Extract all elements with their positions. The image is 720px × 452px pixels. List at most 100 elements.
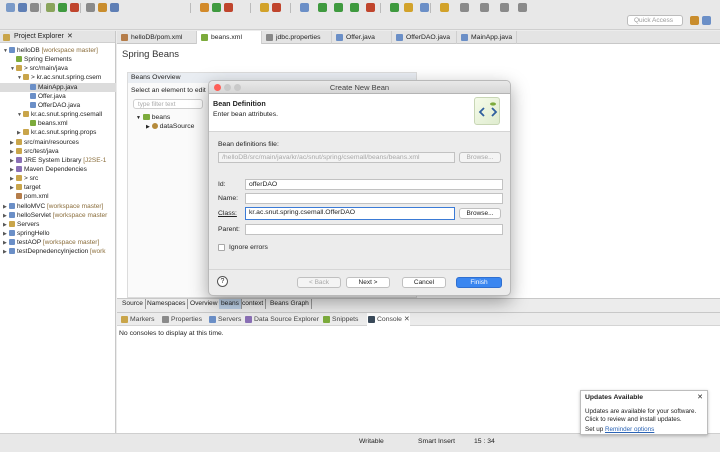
next-button[interactable]: Next > [346,277,390,288]
minimize-window-button[interactable] [224,84,231,91]
annotation-icon[interactable] [440,3,449,12]
new-class-icon[interactable] [390,3,399,12]
help-icon[interactable]: ? [217,276,228,287]
tree-item[interactable]: OfferDAO.java [0,101,116,110]
deploy-icon[interactable] [110,3,119,12]
quick-access-input[interactable]: Quick Access [627,15,683,26]
editor-tab[interactable]: jdbc.properties [262,31,332,44]
editor-tab[interactable]: Offer.java [332,31,392,44]
close-window-button[interactable] [214,84,221,91]
reminder-options-link[interactable]: Reminder options [605,426,654,433]
tree-item[interactable]: ▼ > src/main/java [0,64,116,73]
view-tab[interactable]: Markers [120,313,155,326]
next-edit-icon[interactable] [460,3,469,12]
updates-message[interactable]: Updates are available for your software.… [585,408,707,424]
server-icon[interactable] [98,3,107,12]
search-icon[interactable] [86,3,95,12]
view-tab[interactable]: Snippets [322,313,358,326]
history-icon[interactable] [518,3,527,12]
forward-icon[interactable] [500,3,509,12]
tree-item[interactable]: ▶ JRE System Library [J2SE-1 [0,156,116,165]
view-tab[interactable]: Properties [161,313,202,326]
editor-page-tab[interactable]: Beans Graph [268,299,312,309]
editor-page-tab[interactable]: Overview [188,299,221,309]
cancel-button[interactable]: Cancel [402,277,446,288]
tree-item[interactable]: ▼ helloDB [workspace master] [0,46,116,55]
settings-icon[interactable] [318,3,327,12]
tree-item[interactable]: ▶ helloServlet [workspace master [0,211,116,220]
class-browse-button[interactable]: Browse... [459,208,501,219]
tree-item[interactable]: ▶ kr.ac.snut.spring.props [0,128,116,137]
parent-field[interactable] [245,224,503,235]
view-icon [245,316,252,323]
perspective-java-ee-icon[interactable] [690,16,699,25]
save-icon[interactable] [18,3,27,12]
view-tab[interactable]: Console ✕ [367,313,410,326]
tree-item-label: pom.xml [24,193,49,201]
tree-item[interactable]: MainApp.java [0,82,116,92]
tree-item[interactable]: ▶ src/test/java [0,147,116,156]
plugin-icon[interactable] [260,3,269,12]
updates-notification[interactable]: Updates Available ✕ Updates are availabl… [580,390,708,435]
tree-item[interactable]: pom.xml [0,192,116,201]
ignore-errors-checkbox[interactable] [218,244,225,251]
tree-item-icon [16,147,22,154]
tree-item[interactable]: ▶ src/main/resources [0,138,116,147]
tree-item-label: kr.ac.snut.spring.csemall [31,111,103,119]
perspective-java-icon[interactable] [702,16,711,25]
editor-tab[interactable]: helloDB/pom.xml [117,31,197,44]
tree-item[interactable]: ▶ Maven Dependencies [0,165,116,174]
new-package-icon[interactable] [404,3,413,12]
tree-item[interactable]: beans.xml [0,119,116,128]
name-field[interactable] [245,193,503,204]
tree-item[interactable]: ▼ kr.ac.snut.spring.csemall [0,110,116,119]
editor-page-tab[interactable]: Source [120,299,146,309]
close-icon[interactable]: ✕ [67,31,73,43]
view-tab[interactable]: Data Source Explorer [244,313,319,326]
new-icon[interactable] [6,3,15,12]
beans-tree-item-beans[interactable]: ▼ beans [136,114,170,121]
coverage-icon[interactable] [366,3,375,12]
tree-item[interactable]: ▶ Servers [0,220,116,229]
editor-tab[interactable]: beans.xml [197,31,262,44]
open-perspective-icon[interactable] [420,3,429,12]
editor-page-tab[interactable]: Namespaces [145,299,189,309]
external-tools-icon[interactable] [70,3,79,12]
close-icon[interactable]: ✕ [697,393,703,401]
class-field[interactable]: kr.ac.snut.spring.csemall.OfferDAO [245,207,455,220]
open-type-icon[interactable] [300,3,309,12]
debug-config-icon[interactable] [350,3,359,12]
tree-item[interactable]: ▶ > src [0,174,116,183]
tree-item[interactable]: ▶ springHello [0,229,116,238]
tree-item[interactable]: ▶ target [0,183,116,192]
tree-item[interactable]: ▶ testAOP [workspace master] [0,238,116,247]
run-icon[interactable] [58,3,67,12]
tree-item[interactable]: ▶ testDepnedencyInjection [work [0,247,116,256]
refresh-icon[interactable] [212,3,221,12]
tree-item[interactable]: ▶ helloMVC [workspace master] [0,202,116,211]
editor-tab[interactable]: OfferDAO.java [392,31,457,44]
debug-icon[interactable] [46,3,55,12]
build-icon[interactable] [200,3,209,12]
print-icon[interactable] [30,3,39,12]
ignore-errors-label[interactable]: Ignore errors [229,244,268,251]
zoom-window-button[interactable] [234,84,241,91]
tree-item-decoration: [workspace master [50,211,108,219]
back-icon[interactable] [480,3,489,12]
editor-tab[interactable]: MainApp.java [457,31,517,44]
view-tab[interactable]: Servers [208,313,241,326]
finish-button[interactable]: Finish [456,277,502,288]
editor-page-tab[interactable]: context [240,299,267,309]
stop-icon[interactable] [224,3,233,12]
run-config-icon[interactable] [334,3,343,12]
tree-item[interactable]: Spring Elements [0,55,116,64]
tree-item[interactable]: ▼ > kr.ac.snut.spring.csem [0,73,116,82]
id-field[interactable]: offerDAO [245,179,503,190]
editor-page-tab[interactable]: beans [219,299,242,309]
beans-tree-item-datasource[interactable]: ▶ dataSource [146,123,194,130]
beans-filter-input[interactable]: type filter text [133,99,203,109]
tree-item[interactable]: Offer.java [0,92,116,101]
close-icon[interactable]: ✕ [402,316,410,323]
dialog-title: Create New Bean [329,83,390,92]
task-icon[interactable] [272,3,281,12]
